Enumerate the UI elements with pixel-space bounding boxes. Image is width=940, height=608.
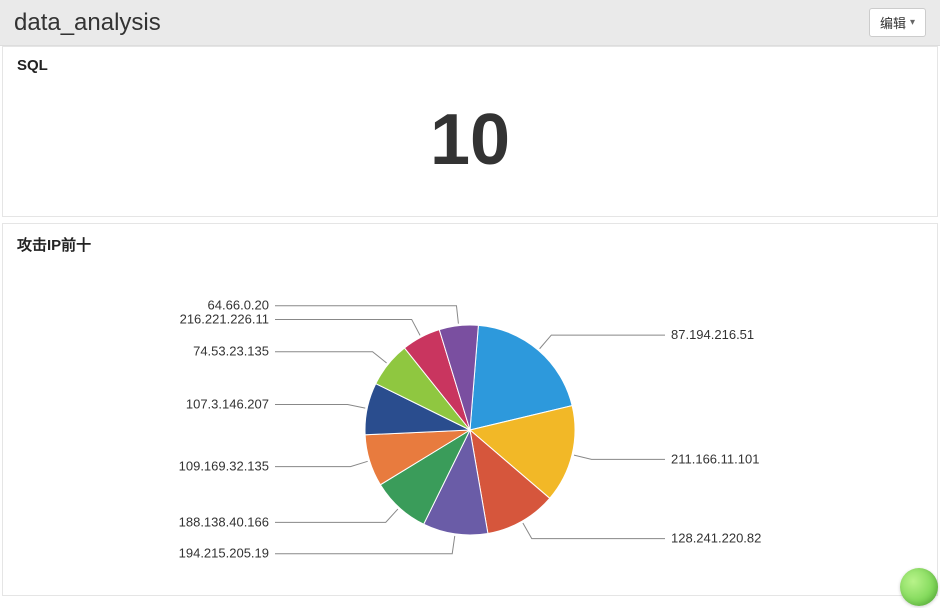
pie-leader-line bbox=[275, 536, 455, 554]
pie-label: 194.215.205.19 bbox=[179, 546, 269, 561]
chevron-down-icon: ▾ bbox=[910, 17, 915, 28]
edit-button-label: 编辑 bbox=[880, 13, 906, 32]
sql-value: 10 bbox=[3, 104, 937, 176]
pie-leader-line bbox=[275, 306, 458, 324]
pie-leader-line bbox=[275, 319, 420, 335]
pie-leader-line bbox=[523, 523, 665, 539]
pie-leader-line bbox=[275, 509, 398, 522]
pie-label: 74.53.23.135 bbox=[193, 344, 269, 359]
sql-panel: SQL 10 bbox=[2, 46, 938, 217]
pie-leader-line bbox=[275, 461, 368, 466]
pie-panel: 攻击IP前十 87.194.216.51 211.166.11.101 128.24… bbox=[2, 223, 938, 596]
edit-button[interactable]: 编辑 ▾ bbox=[869, 8, 926, 37]
help-fab[interactable] bbox=[900, 568, 938, 606]
pie-label: 188.138.40.166 bbox=[179, 514, 269, 529]
pie-panel-title: 攻击IP前十 bbox=[3, 224, 937, 265]
pie-leader-line bbox=[275, 352, 387, 363]
sql-panel-body: 10 bbox=[3, 84, 937, 216]
page-title: data_analysis bbox=[14, 9, 161, 37]
pie-label: 109.169.32.135 bbox=[179, 459, 269, 474]
pie-label: 87.194.216.51 bbox=[671, 327, 754, 342]
pie-label: 64.66.0.20 bbox=[208, 298, 269, 313]
pie-panel-body: 87.194.216.51 211.166.11.101 128.241.220.8… bbox=[3, 265, 937, 595]
page-header: data_analysis 编辑 ▾ bbox=[0, 0, 940, 46]
pie-leader-line bbox=[540, 335, 665, 349]
pie-label: 107.3.146.207 bbox=[186, 396, 269, 411]
pie-label: 211.166.11.101 bbox=[671, 451, 759, 466]
pie-label: 216.221.226.11 bbox=[180, 311, 269, 326]
pie-leader-line bbox=[574, 455, 665, 459]
sql-panel-title: SQL bbox=[3, 47, 937, 84]
pie-chart: 87.194.216.51 211.166.11.101 128.241.220.8… bbox=[150, 265, 790, 585]
pie-label: 128.241.220.82 bbox=[671, 531, 761, 546]
pie-leader-line bbox=[275, 404, 365, 408]
